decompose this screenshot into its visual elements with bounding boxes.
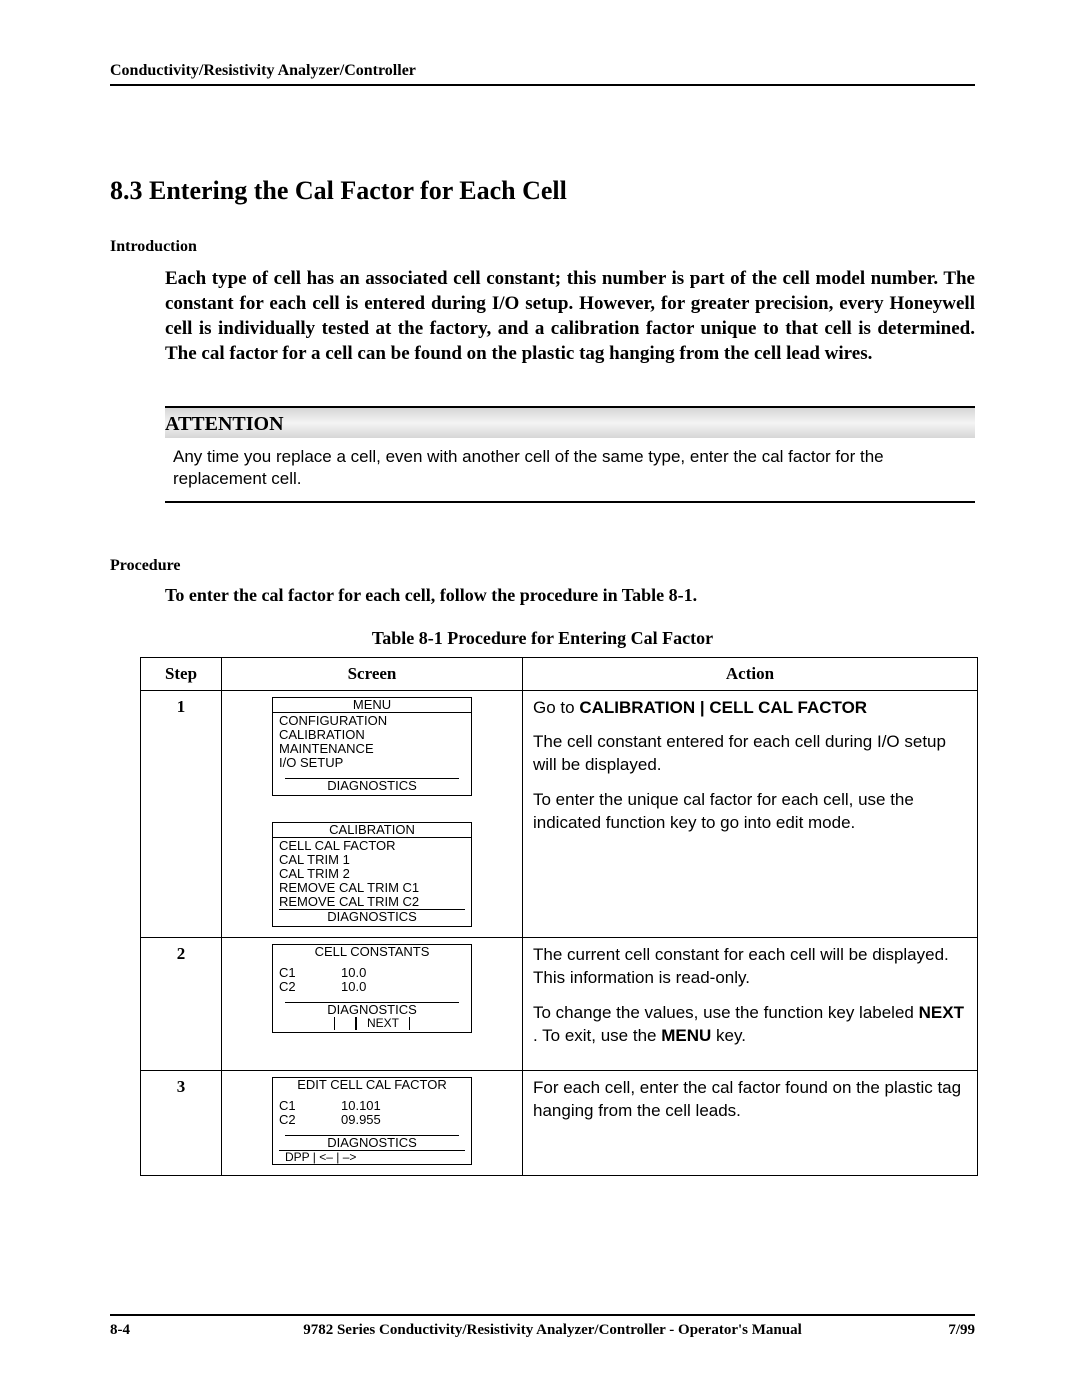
lcd-line: CONFIGURATION	[279, 714, 465, 728]
lcd-line: REMOVE CAL TRIM C1	[279, 881, 465, 895]
procedure-intro: To enter the cal factor for each cell, f…	[165, 585, 975, 606]
table-caption: Table 8-1 Procedure for Entering Cal Fac…	[110, 628, 975, 649]
lcd-title: MENU	[273, 698, 471, 713]
running-header: Conductivity/Resistivity Analyzer/Contro…	[110, 62, 975, 86]
lcd-diagnostics: DIAGNOSTICS	[285, 1135, 459, 1150]
lcd-screen: EDIT CELL CAL FACTOR C110.101 C209.955 D…	[272, 1077, 472, 1165]
action-cell: For each cell, enter the cal factor foun…	[523, 1070, 978, 1175]
intro-heading: Introduction	[110, 238, 975, 256]
lcd-line: MAINTENANCE	[279, 742, 465, 756]
action-cell: The current cell constant for each cell …	[523, 937, 978, 1070]
action-cell: Go to CALIBRATION | CELL CAL FACTOR The …	[523, 690, 978, 937]
col-step: Step	[141, 657, 222, 690]
page-footer: 8-4 9782 Series Conductivity/Resistivity…	[110, 1314, 975, 1339]
lcd-line: I/O SETUP	[279, 756, 465, 770]
lcd-diagnostics: DIAGNOSTICS	[285, 1002, 459, 1017]
intro-body: Each type of cell has an associated cell…	[165, 266, 975, 366]
lcd-line: CALIBRATION	[279, 728, 465, 742]
lcd-title: CALIBRATION	[273, 823, 471, 838]
table-row: 1 MENU CONFIGURATION CALIBRATION MAINTEN…	[141, 690, 978, 937]
lcd-diagnostics: DIAGNOSTICS	[285, 778, 459, 793]
attention-block: ATTENTION Any time you replace a cell, e…	[165, 406, 975, 502]
lcd-fkeys: NEXT	[273, 1017, 471, 1032]
lcd-line: CAL TRIM 1	[279, 853, 465, 867]
section-title: 8.3 Entering the Cal Factor for Each Cel…	[110, 176, 975, 206]
attention-label: ATTENTION	[165, 408, 975, 438]
procedure-heading: Procedure	[110, 557, 975, 575]
col-action: Action	[523, 657, 978, 690]
lcd-fkeys	[273, 793, 471, 795]
lcd-line: CELL CAL FACTOR	[279, 839, 465, 853]
footer-title: 9782 Series Conductivity/Resistivity Ana…	[230, 1322, 875, 1339]
procedure-table: Step Screen Action 1 MENU CONFIGURATION …	[140, 657, 978, 1176]
table-row: 3 EDIT CELL CAL FACTOR C110.101 C209.955…	[141, 1070, 978, 1175]
lcd-line: REMOVE CAL TRIM C2	[279, 895, 465, 910]
step-number: 2	[141, 937, 222, 1070]
page-number: 8-4	[110, 1322, 230, 1339]
lcd-fkeys	[273, 924, 471, 926]
lcd-screen: MENU CONFIGURATION CALIBRATION MAINTENAN…	[272, 697, 472, 796]
screen-cell: EDIT CELL CAL FACTOR C110.101 C209.955 D…	[222, 1070, 523, 1175]
lcd-title: CELL CONSTANTS	[273, 945, 471, 959]
screen-cell: MENU CONFIGURATION CALIBRATION MAINTENAN…	[222, 690, 523, 937]
footer-date: 7/99	[875, 1322, 975, 1339]
lcd-diagnostics: DIAGNOSTICS	[285, 910, 459, 924]
lcd-fkeys: DPP | <– | –>	[279, 1150, 465, 1164]
col-screen: Screen	[222, 657, 523, 690]
step-number: 3	[141, 1070, 222, 1175]
screen-cell: CELL CONSTANTS C110.0 C210.0 DIAGNOSTICS…	[222, 937, 523, 1070]
lcd-line: CAL TRIM 2	[279, 867, 465, 881]
lcd-screen: CELL CONSTANTS C110.0 C210.0 DIAGNOSTICS…	[272, 944, 472, 1033]
lcd-title: EDIT CELL CAL FACTOR	[273, 1078, 471, 1092]
step-number: 1	[141, 690, 222, 937]
table-row: 2 CELL CONSTANTS C110.0 C210.0 DIAGNOSTI…	[141, 937, 978, 1070]
lcd-screen: CALIBRATION CELL CAL FACTOR CAL TRIM 1 C…	[272, 822, 472, 927]
attention-text: Any time you replace a cell, even with a…	[165, 446, 975, 490]
